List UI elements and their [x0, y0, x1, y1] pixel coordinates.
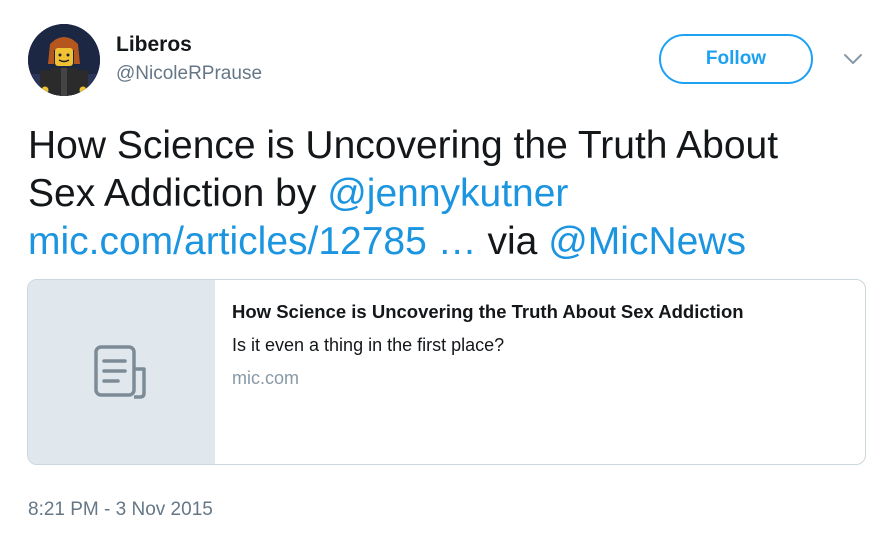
tweet-text-line2: Sex Addiction by: [28, 172, 328, 215]
user-handle[interactable]: @NicoleRPrause: [116, 61, 262, 87]
display-name[interactable]: Liberos: [116, 32, 262, 58]
tweet-text: How Science is Uncovering the Truth Abou…: [28, 122, 858, 266]
chevron-down-icon[interactable]: [842, 51, 864, 67]
tweet-text-line1: How Science is Uncovering the Truth Abou…: [28, 124, 779, 167]
card-media: [28, 280, 215, 464]
document-icon: [94, 345, 150, 401]
card-title: How Science is Uncovering the Truth Abou…: [232, 301, 744, 322]
tweet-header: Liberos @NicoleRPrause Follow: [28, 24, 862, 100]
lego-figure-avatar-icon: [28, 24, 100, 96]
follow-button[interactable]: Follow: [659, 34, 813, 84]
mention-micnews[interactable]: @MicNews: [548, 220, 746, 263]
tweet: Liberos @NicoleRPrause Follow How Scienc…: [0, 0, 874, 534]
via-text: via: [487, 220, 549, 263]
card-description: Is it even a thing in the first place?: [232, 335, 505, 355]
article-link[interactable]: mic.com/articles/12785: [28, 220, 427, 263]
user-block[interactable]: Liberos @NicoleRPrause: [116, 32, 262, 87]
card-body: How Science is Uncovering the Truth Abou…: [232, 300, 852, 390]
tweet-timestamp[interactable]: 8:21 PM - 3 Nov 2015: [28, 497, 213, 523]
mention-jennykutner[interactable]: @jennykutner: [327, 172, 568, 215]
card-domain: mic.com: [232, 368, 299, 388]
article-link-ellipsis[interactable]: …: [427, 220, 488, 263]
link-card[interactable]: How Science is Uncovering the Truth Abou…: [27, 279, 866, 465]
avatar[interactable]: [28, 24, 100, 96]
